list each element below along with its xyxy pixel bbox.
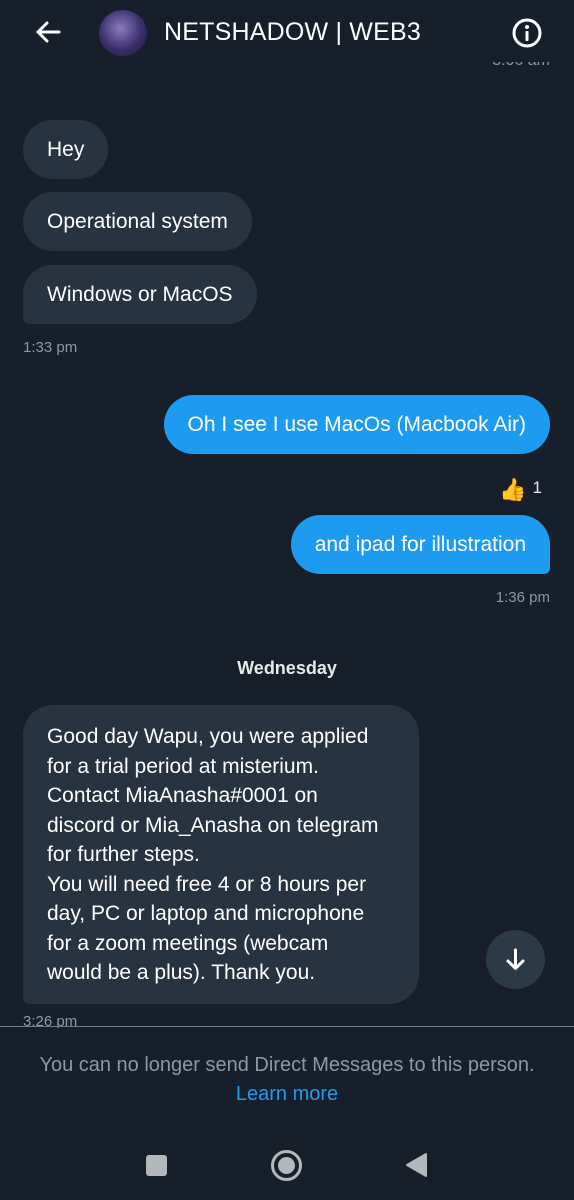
home-button[interactable] <box>271 1150 302 1181</box>
message-outgoing[interactable]: Oh I see I use MacOs (Macbook Air) <box>163 395 550 454</box>
message-incoming[interactable]: Good day Wapu, you were applied for a tr… <box>23 705 419 1004</box>
message-incoming[interactable]: Operational system <box>23 192 252 251</box>
timestamp: 1:36 pm <box>495 589 550 606</box>
home-icon <box>278 1157 295 1174</box>
message-line: Good day Wapu, you were applied <box>47 725 369 748</box>
conversation-header: NETSHADOW | WEB3 <box>0 0 574 68</box>
message-line: for further steps. <box>47 843 200 866</box>
info-icon[interactable] <box>511 17 543 49</box>
back-button[interactable] <box>404 1152 428 1178</box>
reaction[interactable]: 👍 1 <box>499 477 542 503</box>
message-incoming[interactable]: Hey <box>23 120 109 179</box>
arrow-down-icon <box>506 948 525 970</box>
message-line: day, PC or laptop and microphone <box>47 902 365 925</box>
clipped-timestamp: 3:06 am <box>470 62 560 80</box>
message-line: discord or Mia_Anasha on telegram <box>47 813 379 837</box>
message-line: for a trial period at misterium. <box>47 754 319 778</box>
message-line: would be a plus). Thank you. <box>47 961 316 984</box>
divider <box>0 1026 574 1027</box>
thumbs-up-icon: 👍 <box>499 477 527 502</box>
message-incoming[interactable]: Windows or MacOS <box>23 265 257 324</box>
day-separator: Wednesday <box>237 658 337 678</box>
message-line: Contact MiaAnasha#0001 on <box>47 784 318 807</box>
learn-more-link[interactable]: Learn more <box>0 1083 574 1106</box>
dm-disabled-notice: You can no longer send Direct Messages t… <box>39 1054 535 1076</box>
avatar[interactable] <box>99 10 147 56</box>
message-line: for a zoom meetings (webcam <box>47 931 329 955</box>
scroll-to-bottom-button[interactable] <box>486 930 545 989</box>
timestamp: 1:33 pm <box>23 339 78 356</box>
conversation-title[interactable]: NETSHADOW | WEB3 <box>164 18 421 47</box>
reaction-count: 1 <box>532 478 542 497</box>
message-outgoing[interactable]: and ipad for illustration <box>290 515 550 574</box>
message-line: You will need free 4 or 8 hours per <box>47 872 367 896</box>
arrow-left-icon[interactable] <box>32 16 64 48</box>
recents-button[interactable] <box>146 1155 167 1176</box>
